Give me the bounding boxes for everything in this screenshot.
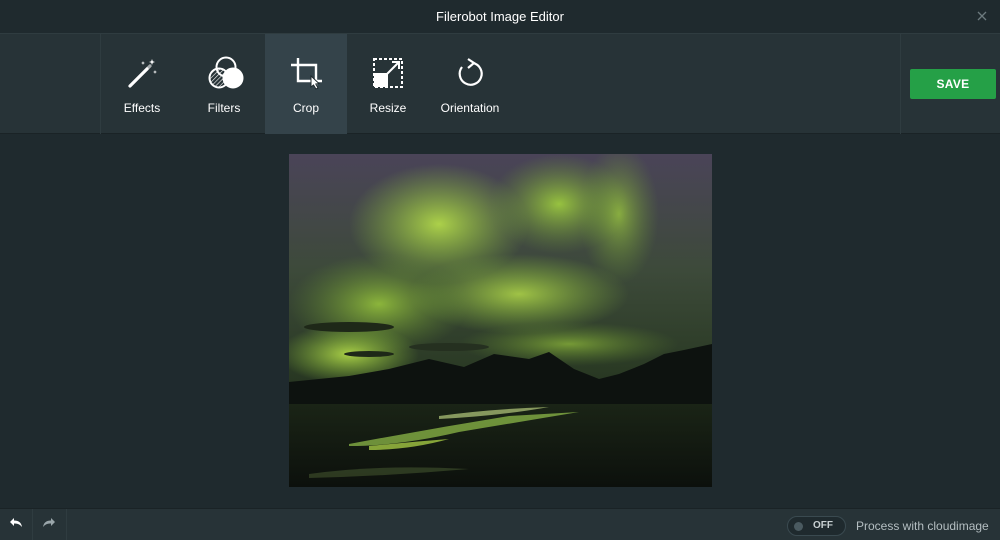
tool-label: Crop [292,101,319,115]
undo-icon [9,516,23,534]
close-icon[interactable] [974,8,990,24]
redo-button[interactable] [33,509,65,540]
toggle-state: OFF [813,520,833,531]
tool-label: Resize [369,101,407,115]
window-title: Filerobot Image Editor [436,8,564,24]
undo-button[interactable] [0,509,32,540]
tool-resize[interactable]: Resize [347,34,429,134]
tool-crop[interactable]: Crop [265,34,347,134]
footer-divider [66,509,67,540]
save-button[interactable]: SAVE [910,69,996,99]
process-label: Process with cloudimage [856,519,989,533]
cloudimage-toggle[interactable]: OFF [787,516,846,536]
tool-filters[interactable]: Filters [183,34,265,134]
tool-effects[interactable]: Effects [101,34,183,134]
redo-icon [42,516,56,534]
filters-circles-icon [207,56,244,90]
magic-wand-icon [125,56,159,90]
footer-bar: OFF Process with cloudimage [0,508,1000,540]
tool-label: Filters [207,101,241,115]
image-preview[interactable] [289,154,712,487]
title-bar: Filerobot Image Editor [0,0,1000,32]
toolbar: Effects Filters Crop Resize Orientation … [0,33,1000,134]
toggle-knob [794,522,803,531]
tool-label: Orientation [440,101,500,115]
rotate-icon [453,56,487,90]
tool-label: Effects [123,101,161,115]
resize-icon [371,56,405,90]
tool-orientation[interactable]: Orientation [429,34,511,134]
crop-icon [289,56,323,90]
toolbar-divider [900,34,901,134]
